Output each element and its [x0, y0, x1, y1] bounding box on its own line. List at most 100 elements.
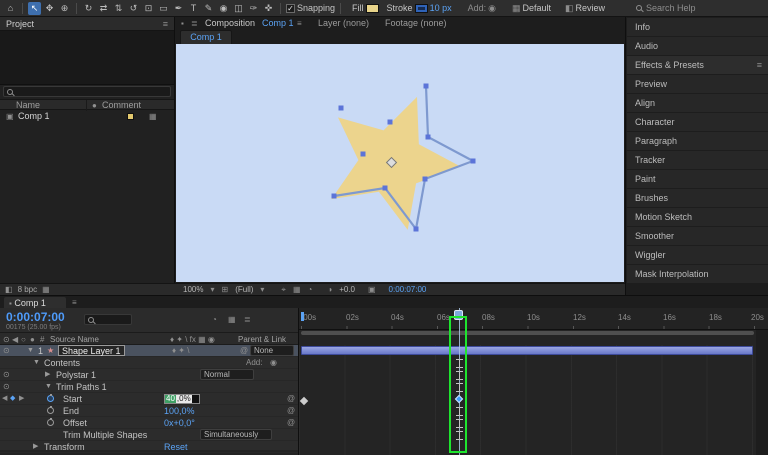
twirl-open-icon[interactable]: ▼ [33, 357, 40, 369]
group-label[interactable]: Contents [44, 357, 80, 369]
roto-brush-tool-icon[interactable]: ✑ [247, 2, 260, 15]
puppet-pin-tool-icon[interactable]: ✜ [262, 2, 275, 15]
stroke-label[interactable]: Stroke [387, 3, 413, 13]
next-keyframe-icon[interactable]: ▶ [19, 393, 24, 405]
offset-value[interactable]: 0x+0,0° [164, 417, 195, 429]
layer-duration-bar[interactable] [301, 346, 753, 355]
project-panel-tab[interactable]: Project ≡ [0, 17, 174, 31]
group-row-transform[interactable]: ▶ Transform Reset [0, 441, 298, 453]
stopwatch-icon[interactable] [47, 395, 54, 402]
column-comment[interactable]: Comment [102, 100, 141, 111]
group-row-trim-paths-1[interactable]: ⊙ ▼ Trim Paths 1 [0, 381, 298, 393]
sidebar-item-brushes[interactable]: Brushes [627, 189, 768, 207]
blend-mode-dropdown[interactable]: Normal [200, 369, 254, 380]
pen-tool-icon[interactable]: ✒ [172, 2, 185, 15]
eye-icon[interactable]: ⊙ [3, 381, 10, 393]
composition-viewport[interactable] [176, 44, 624, 282]
sidebar-item-paragraph[interactable]: Paragraph [627, 132, 768, 150]
twirl-closed-icon[interactable]: ▶ [33, 441, 38, 453]
property-label[interactable]: Offset [63, 417, 87, 429]
sidebar-item-effects-presets[interactable]: Effects & Presets ≡ [627, 56, 768, 74]
tab-composition-label[interactable]: Composition [205, 17, 255, 30]
label-color-chip[interactable] [127, 113, 134, 120]
dolly-tool-icon[interactable]: ⇅ [112, 2, 125, 15]
shape-tool-icon[interactable]: ▭ [157, 2, 170, 15]
interpret-footage-icon[interactable]: ◧ [5, 285, 13, 294]
selection-tool-icon[interactable]: ↖ [28, 2, 41, 15]
sidebar-item-wiggler[interactable]: Wiggler [627, 246, 768, 264]
group-row-polystar-1[interactable]: ⊙ ▶ Polystar 1 Normal [0, 369, 298, 381]
bit-depth-label[interactable]: 8 bpc [18, 285, 38, 294]
draft-3d-icon[interactable]: ▦ [228, 315, 236, 324]
property-row-start[interactable]: ◀ ◆ ▶ Start 40,0% @ [0, 393, 298, 405]
property-row-trim-multiple-shapes[interactable]: Trim Multiple Shapes Simultaneously [0, 429, 298, 441]
panel-menu-icon[interactable]: ≡ [163, 17, 168, 31]
eye-icon[interactable]: ⊙ [3, 369, 10, 381]
workspace-selector[interactable]: Default [522, 3, 551, 13]
dropdown-caret-icon[interactable]: ▾ [210, 285, 214, 294]
sidebar-item-motion-sketch[interactable]: Motion Sketch [627, 208, 768, 226]
end-value[interactable]: 100,0% [164, 405, 195, 417]
trim-multiple-shapes-dropdown[interactable]: Simultaneously [200, 429, 272, 440]
add-shape-icon[interactable]: ◉ [488, 3, 496, 14]
exposure-icon[interactable]: ◑ [327, 285, 332, 294]
group-label[interactable]: Trim Paths 1 [56, 381, 107, 393]
help-search-field[interactable]: Search Help [636, 3, 764, 13]
project-column-headers[interactable]: Name ● Comment [0, 99, 174, 110]
transparency-grid-icon[interactable]: ▦ [293, 285, 301, 294]
property-row-offset[interactable]: Offset 0x+0,0° @ [0, 417, 298, 429]
frame-blending-icon[interactable]: ≣ [244, 315, 251, 324]
composition-mini-flowchart-icon[interactable]: ◔ [212, 315, 217, 324]
project-item-name[interactable]: Comp 1 [18, 111, 50, 122]
exposure-value[interactable]: +0.0 [339, 285, 355, 294]
timeline-track-area[interactable]: :00s 02s 04s 06s 08s 10s 12s 14s 16s 18s… [298, 308, 768, 455]
tab-layer[interactable]: Layer (none) [318, 17, 369, 30]
clone-stamp-tool-icon[interactable]: ◉ [217, 2, 230, 15]
column-name[interactable]: Name [16, 100, 40, 111]
group-label[interactable]: Polystar 1 [56, 369, 96, 381]
fill-label[interactable]: Fill [352, 3, 364, 13]
hand-tool-icon[interactable]: ✥ [43, 2, 56, 15]
zoom-level-dropdown[interactable]: 100% [183, 285, 203, 294]
layer-row-shape-layer-1[interactable]: ⊙ ▼ 1 ★ Shape Layer 1 ♦ ✦ \ @ None [0, 345, 298, 357]
transform-reset-link[interactable]: Reset [164, 441, 188, 453]
sidebar-item-mask-interpolation[interactable]: Mask Interpolation [627, 265, 768, 283]
orbit-tool-icon[interactable]: ↻ [82, 2, 95, 15]
stopwatch-icon[interactable] [47, 419, 54, 426]
layer-name-field[interactable]: Shape Layer 1 [58, 345, 125, 356]
start-value-input[interactable]: 40,0% [164, 394, 200, 404]
pickwhip-icon[interactable]: @ [287, 393, 295, 405]
type-tool-icon[interactable]: T [187, 2, 200, 15]
pan-behind-tool-icon[interactable]: ⊡ [142, 2, 155, 15]
pickwhip-icon[interactable]: @ [287, 417, 295, 429]
work-area-bar[interactable] [301, 331, 754, 335]
group-row-contents[interactable]: ▼ Contents Add: ◉ [0, 357, 298, 369]
pan-camera-tool-icon[interactable]: ⇄ [97, 2, 110, 15]
tab-composition-name[interactable]: Comp 1 [262, 17, 294, 30]
group-label[interactable]: Transform [44, 441, 85, 453]
panel-menu-icon[interactable]: ≡ [72, 298, 77, 307]
pickwhip-icon[interactable]: @ [240, 345, 248, 357]
sidebar-item-info[interactable]: Info [627, 18, 768, 36]
column-divider[interactable] [86, 100, 87, 111]
twirl-open-icon[interactable]: ▼ [45, 381, 52, 393]
render-queue-icon[interactable]: ▦ [42, 285, 50, 294]
pickwhip-icon[interactable]: @ [287, 405, 295, 417]
eraser-tool-icon[interactable]: ◫ [232, 2, 245, 15]
sidebar-item-audio[interactable]: Audio [627, 37, 768, 55]
rotation-tool-icon[interactable]: ↺ [127, 2, 140, 15]
project-search-input[interactable] [3, 86, 171, 97]
zoom-tool-icon[interactable]: ⊕ [58, 2, 71, 15]
snapshot-camera-icon[interactable]: ▣ [368, 285, 376, 294]
fill-color-swatch[interactable] [366, 4, 379, 13]
stroke-color-swatch[interactable] [415, 4, 428, 13]
fast-previews-icon[interactable]: ◔ [308, 285, 313, 294]
eye-icon[interactable]: ⊙ [3, 345, 10, 357]
timeline-search-input[interactable] [84, 314, 132, 325]
home-icon[interactable]: ⌂ [4, 2, 17, 15]
comp-viewer-tab[interactable]: Comp 1 [180, 30, 232, 44]
stroke-width-value[interactable]: 10 px [430, 3, 452, 13]
region-of-interest-icon[interactable]: ⌖ [281, 285, 286, 295]
review-button[interactable]: Review [576, 3, 606, 13]
snapping-checkbox[interactable]: ✓ [286, 4, 295, 13]
